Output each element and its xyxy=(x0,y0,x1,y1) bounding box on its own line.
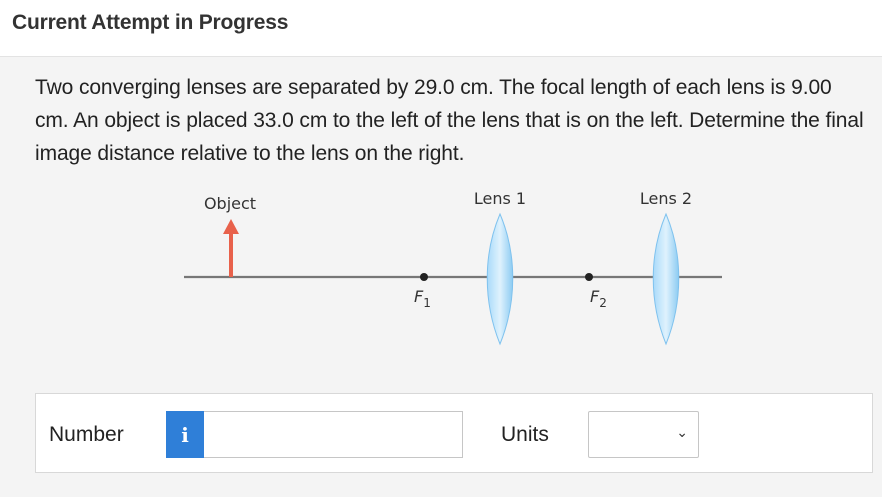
header-bar: Current Attempt in Progress xyxy=(0,0,882,57)
lens-2 xyxy=(652,212,680,346)
units-label: Units xyxy=(501,423,549,446)
f1-subscript: 1 xyxy=(423,296,431,310)
lens-1-label: Lens 1 xyxy=(474,189,526,208)
focal-point-f1 xyxy=(420,273,428,281)
object-arrow xyxy=(223,219,239,277)
lens-diagram: Object Lens 1 Lens 2 F1 F2 xyxy=(184,189,722,346)
info-button[interactable]: i xyxy=(166,411,204,458)
number-input[interactable] xyxy=(204,411,463,458)
page-title: Current Attempt in Progress xyxy=(12,11,289,34)
chevron-down-icon: ⌄ xyxy=(676,425,688,441)
info-icon: i xyxy=(181,422,189,447)
f2-label: F2 xyxy=(590,287,607,310)
number-label: Number xyxy=(49,423,124,446)
f1-label: F1 xyxy=(414,287,431,310)
units-dropdown[interactable]: ⌄ xyxy=(588,411,699,458)
problem-statement: Two converging lenses are separated by 2… xyxy=(35,76,864,165)
lens-1 xyxy=(486,212,514,346)
f2-subscript: 2 xyxy=(599,296,607,310)
lens-2-label: Lens 2 xyxy=(640,189,692,208)
object-label: Object xyxy=(204,194,256,213)
focal-point-f2 xyxy=(585,273,593,281)
answer-row: Number i Units ⌄ xyxy=(35,393,873,473)
